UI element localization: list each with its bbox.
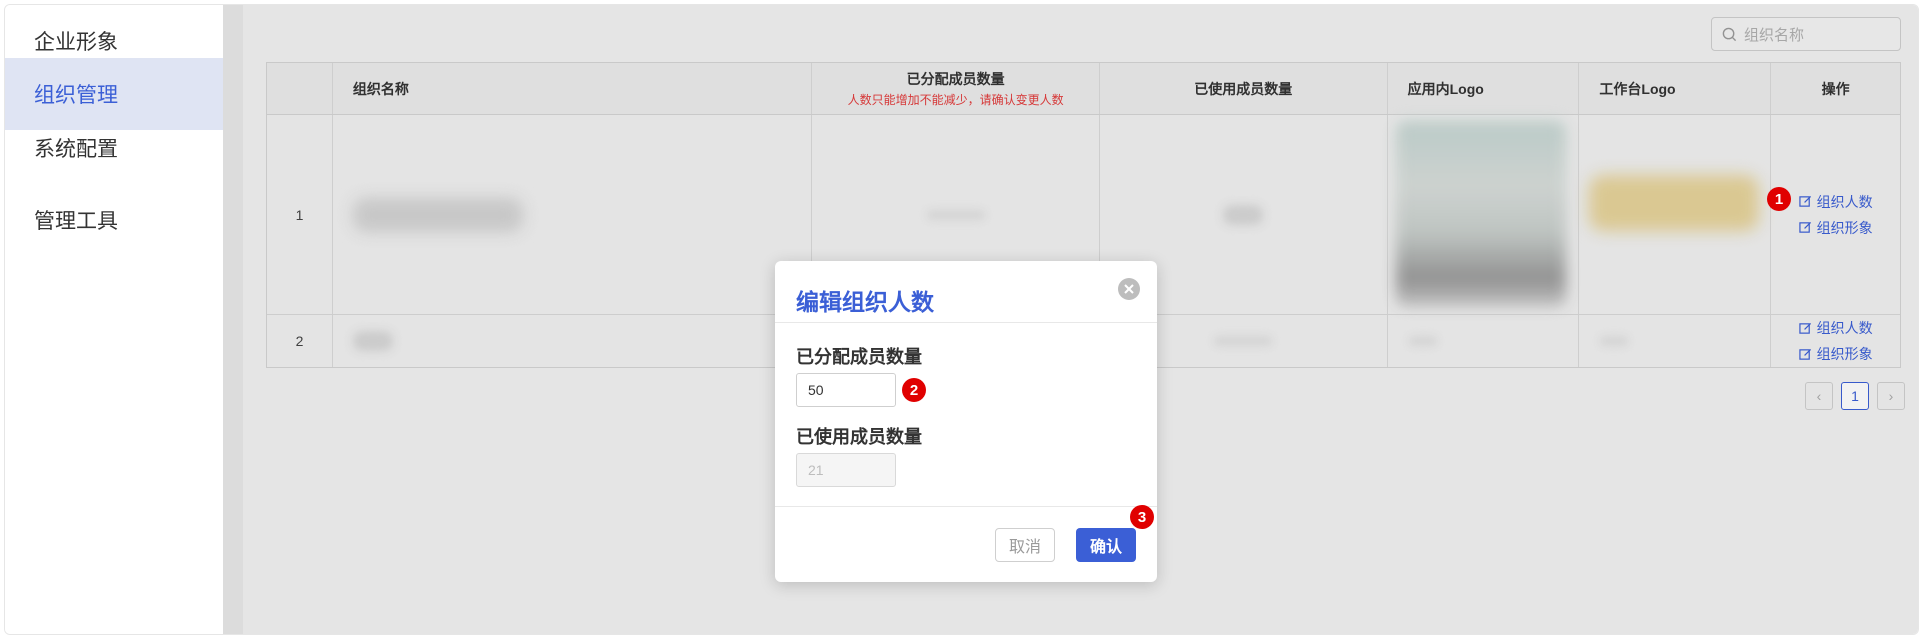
sidebar-divider [223, 5, 243, 634]
step-badge-3: 3 [1130, 505, 1154, 529]
sidebar-item-label: 管理工具 [34, 210, 118, 233]
dialog-divider [775, 506, 1157, 507]
app-frame: 企业形象 组织管理 系统配置 管理工具 组织名称 组织名称 已分配成员数量 人数… [4, 4, 1919, 635]
edit-org-count-dialog: 编辑组织人数 已分配成员数量 2 已使用成员数量 取消 确认 3 [775, 261, 1157, 582]
step-badge-1: 1 [1767, 187, 1791, 211]
used-label: 已使用成员数量 [796, 427, 922, 447]
used-input [796, 453, 896, 487]
sidebar: 企业形象 组织管理 系统配置 管理工具 [5, 5, 223, 634]
dialog-title: 编辑组织人数 [796, 289, 934, 315]
step-badge-2: 2 [902, 378, 926, 402]
sidebar-item-admin-tools[interactable]: 管理工具 [5, 184, 223, 256]
sidebar-item-label: 组织管理 [34, 84, 118, 107]
cancel-button[interactable]: 取消 [995, 528, 1055, 562]
dialog-header: 编辑组织人数 [775, 261, 1157, 323]
sidebar-item-label: 系统配置 [34, 138, 118, 161]
allocated-input[interactable] [796, 373, 896, 407]
sidebar-item-label: 企业形象 [34, 31, 118, 54]
close-button[interactable] [1118, 278, 1140, 300]
allocated-label: 已分配成员数量 [796, 347, 922, 367]
close-icon [1124, 284, 1134, 294]
sidebar-item-system-config[interactable]: 系统配置 [5, 112, 223, 184]
confirm-button[interactable]: 确认 [1076, 528, 1136, 562]
